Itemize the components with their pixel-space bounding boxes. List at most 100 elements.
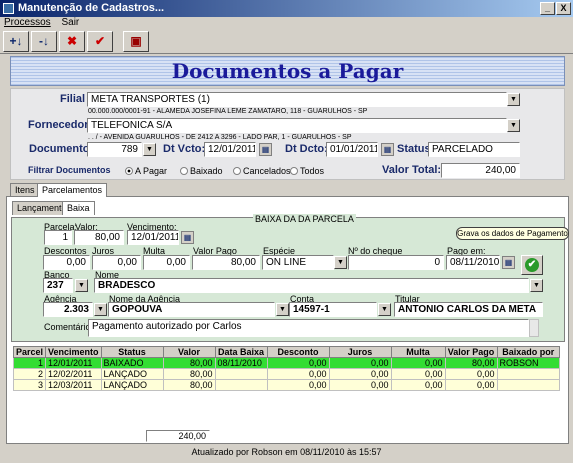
app-icon [3, 3, 14, 14]
col-status[interactable]: Status [100, 346, 164, 358]
table-header-row: Parcel Vencimento Status Valor Data Baix… [12, 346, 561, 358]
juros-field[interactable]: 0,00 [92, 255, 141, 270]
chevron-down-icon[interactable]: ▼ [378, 303, 391, 316]
cell: 80,00 [162, 357, 216, 369]
cell: 80,00 [162, 379, 216, 391]
page-title: Documentos a Pagar [10, 56, 565, 86]
comentarios-scrollbar[interactable] [529, 319, 539, 337]
chevron-down-icon[interactable]: ▼ [530, 279, 543, 292]
calendar-icon[interactable]: ▦ [259, 143, 272, 156]
close-button[interactable]: X [556, 2, 571, 15]
save-payment-button[interactable]: ✔ [521, 255, 543, 275]
exit-door-icon[interactable]: ▣ [123, 31, 149, 52]
valor-total-label: Valor Total: [382, 164, 442, 176]
cell: 08/11/2010 [214, 357, 268, 369]
cell: 80,00 [162, 368, 216, 380]
calendar-icon[interactable]: ▦ [181, 231, 194, 244]
filial-select[interactable]: META TRANSPORTES (1) [87, 92, 507, 107]
menu-processos[interactable]: Processos [4, 17, 51, 28]
cell: 0,00 [444, 368, 498, 380]
window-titlebar: Manutenção de Cadastros... _ X [0, 0, 573, 17]
valorpago-field[interactable]: 80,00 [192, 255, 260, 270]
table-row[interactable]: 3 12/03/2011 LANÇADO 80,00 0,00 0,00 0,0… [12, 379, 561, 391]
tab-itens[interactable]: Itens [10, 183, 40, 197]
col-vencimento[interactable]: Vencimento [45, 346, 102, 358]
cell: 0,00 [328, 357, 392, 369]
cell [214, 379, 268, 391]
cell: 0,00 [266, 368, 330, 380]
comentarios-field[interactable]: Pagamento autorizado por Carlos [88, 319, 529, 337]
cell: 0,00 [328, 379, 392, 391]
grid-total-field: 240,00 [146, 430, 210, 442]
cell: LANÇADO [100, 379, 164, 391]
calendar-icon[interactable]: ▦ [502, 256, 515, 269]
chevron-down-icon[interactable]: ▼ [276, 303, 289, 316]
minimize-button[interactable]: _ [540, 2, 555, 15]
col-baixado-por[interactable]: Baixado por [496, 346, 561, 358]
col-valor-pago[interactable]: Valor Pago [444, 346, 498, 358]
banco-field[interactable]: 237 [43, 278, 73, 293]
chevron-down-icon[interactable]: ▼ [334, 256, 347, 269]
cheque-field[interactable]: 0 [348, 255, 444, 270]
vencimento-field[interactable]: 12/01/2011 [127, 230, 179, 245]
conta-field[interactable]: 14597-1 [289, 302, 377, 317]
radio-todos[interactable]: Todos [290, 166, 324, 176]
tab-parcelamentos[interactable]: Parcelamentos [37, 183, 108, 197]
multa-field[interactable]: 0,00 [143, 255, 190, 270]
cell: 2 [12, 368, 47, 380]
pagoem-field[interactable]: 08/11/2010 [446, 255, 500, 270]
chevron-down-icon[interactable]: ▼ [143, 143, 156, 156]
cell [214, 368, 268, 380]
documento-field[interactable]: 789 [87, 142, 142, 157]
fornecedor-select[interactable]: TELEFONICA S/A [87, 118, 507, 133]
cell: 3 [12, 379, 47, 391]
radio-baixado[interactable]: Baixado [180, 166, 223, 176]
menu-bar: Processos Sair [0, 17, 573, 29]
fornecedor-address: . . / - AVENIDA GUARULHOS - DE 2412 A 32… [88, 134, 352, 141]
col-multa[interactable]: Multa [390, 346, 446, 358]
filial-address: 00.000.000/0001-91 - ALAMEDA JOSEFINA LE… [88, 108, 368, 115]
nome-field[interactable]: BRADESCO [94, 278, 529, 293]
remove-button[interactable]: -↓ [31, 31, 57, 52]
col-desconto[interactable]: Desconto [266, 346, 330, 358]
filial-label: Filial [60, 93, 86, 105]
window-title: Manutenção de Cadastros... [18, 2, 165, 14]
valor-field[interactable]: 80,00 [74, 230, 124, 245]
dtdcto-field[interactable]: 01/01/2011 [326, 142, 378, 157]
chevron-down-icon[interactable]: ▼ [94, 303, 107, 316]
chevron-down-icon[interactable]: ▼ [75, 279, 88, 292]
cell [496, 379, 561, 391]
chevron-down-icon[interactable]: ▼ [507, 119, 520, 132]
tab-baixa[interactable]: Baixa [62, 201, 95, 215]
nomeagencia-field[interactable]: GOPOUVA [108, 302, 275, 317]
especie-select[interactable]: ON LINE [262, 255, 334, 270]
cell: 12/01/2011 [45, 357, 102, 369]
descontos-field[interactable]: 0,00 [43, 255, 90, 270]
calendar-icon[interactable]: ▦ [381, 143, 394, 156]
insert-button[interactable]: +↓ [3, 31, 29, 52]
cancel-button[interactable]: ✖ [59, 31, 85, 52]
radio-cancelados[interactable]: Cancelados [233, 166, 291, 176]
titular-field[interactable]: ANTONIO CARLOS DA META [394, 302, 543, 317]
check-icon: ✔ [525, 258, 539, 272]
status-bar: Atualizado por Robson em 08/11/2010 às 1… [191, 447, 382, 457]
menu-sair[interactable]: Sair [61, 17, 79, 28]
confirm-button[interactable]: ✔ [87, 31, 113, 52]
cell: 1 [12, 357, 47, 369]
col-data-baixa[interactable]: Data Baixa [214, 346, 268, 358]
dtvcto-label: Dt Vcto: [163, 143, 206, 155]
agencia-field[interactable]: 2.303 [43, 302, 93, 317]
dtvcto-field[interactable]: 12/01/2011 [204, 142, 256, 157]
parcelas-table: Parcel Vencimento Status Valor Data Baix… [12, 346, 561, 391]
col-juros[interactable]: Juros [328, 346, 392, 358]
table-row[interactable]: 1 12/01/2011 BAIXADO 80,00 08/11/2010 0,… [12, 357, 561, 369]
valor-total-field: 240,00 [441, 163, 520, 178]
col-valor[interactable]: Valor [162, 346, 216, 358]
table-row[interactable]: 2 12/02/2011 LANÇADO 80,00 0,00 0,00 0,0… [12, 368, 561, 380]
toolbar: +↓ -↓ ✖ ✔ ▣ [0, 29, 573, 54]
status-field: PARCELADO [428, 142, 520, 157]
col-parcel[interactable]: Parcel [12, 346, 47, 358]
parcela-field[interactable]: 1 [44, 230, 72, 245]
chevron-down-icon[interactable]: ▼ [507, 93, 520, 106]
radio-a-pagar[interactable]: A Pagar [125, 166, 167, 176]
